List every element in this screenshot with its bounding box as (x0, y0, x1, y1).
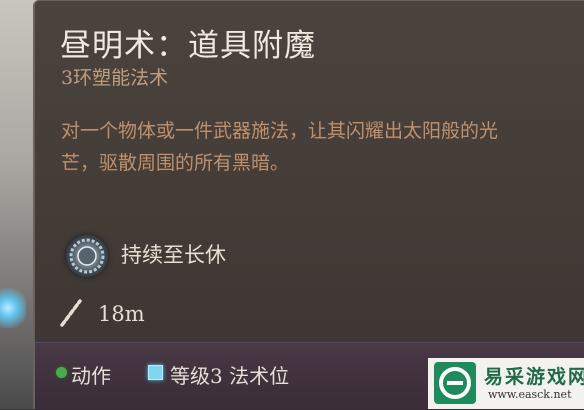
spell-subtitle: 3环塑能法术 (61, 67, 169, 89)
range-icon (60, 299, 82, 327)
watermark-url: www.easck.net (488, 388, 572, 401)
easck-logo-icon (434, 362, 476, 404)
spell-title: 昼明术：道具附魔 (60, 28, 316, 64)
duration-label: 持续至长休 (121, 243, 226, 267)
range-row: 18m (58, 297, 258, 333)
action-cost-label: 动作 (71, 364, 111, 388)
duration-rune-icon (66, 235, 108, 277)
watermark: 易采游戏网 www.easck.net (428, 358, 584, 409)
spell-slot-label: 等级3 法术位 (170, 364, 290, 388)
spell-description: 对一个物体或一件武器施法，让其闪耀出太阳般的光芒，驱散周围的所有黑暗。 (61, 120, 499, 174)
watermark-site-name: 易采游戏网 (484, 366, 584, 388)
spell-slot-icon (148, 365, 163, 380)
range-label: 18m (98, 302, 145, 326)
background-glow (0, 288, 26, 328)
action-dot-icon (56, 367, 67, 378)
duration-row: 持续至长休 (66, 233, 366, 277)
